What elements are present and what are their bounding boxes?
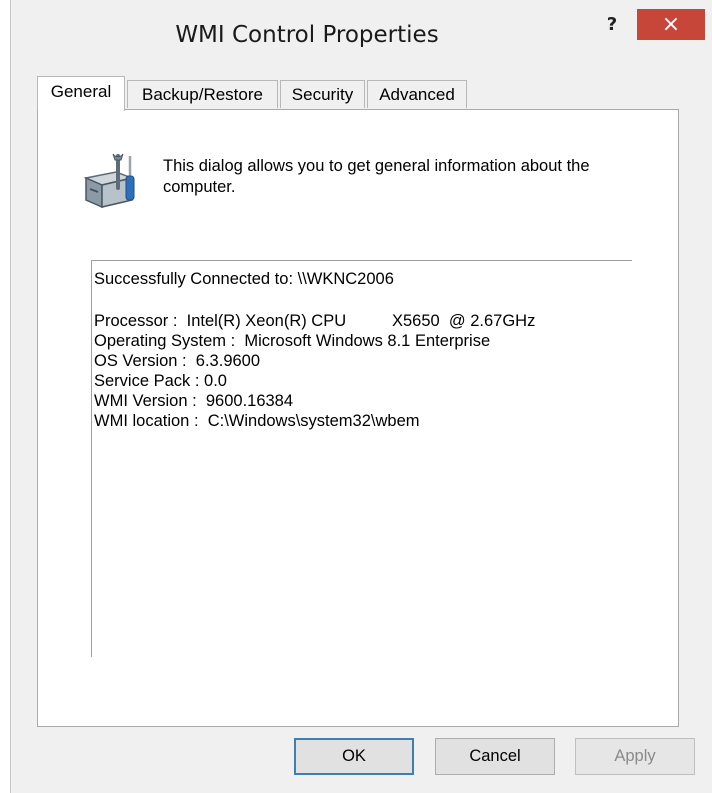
tab-general[interactable]: General (37, 76, 125, 111)
tools-icon (83, 153, 135, 209)
description-text: This dialog allows you to get general in… (163, 157, 590, 196)
cancel-button[interactable]: Cancel (435, 738, 555, 775)
info-line-wmi-version: WMI Version : 9600.16384 (94, 392, 294, 410)
info-line-connection: Successfully Connected to: \\WKNC2006 (94, 270, 394, 288)
tab-backup-restore[interactable]: Backup/Restore (127, 80, 278, 108)
tab-advanced[interactable]: Advanced (367, 80, 467, 108)
tab-strip: General Backup/Restore Security Advanced (37, 76, 677, 111)
info-line-wmi-location: WMI location : C:\Windows\system32\wbem (94, 412, 420, 430)
info-line-service-pack: Service Pack : 0.0 (94, 372, 227, 390)
info-line-operating-system: Operating System : Microsoft Windows 8.1… (94, 332, 491, 350)
info-line-os-version: OS Version : 6.3.9600 (94, 352, 261, 370)
connection-info-box[interactable]: Successfully Connected to: \\WKNC2006 Pr… (91, 260, 632, 657)
ok-button[interactable]: OK (294, 738, 414, 775)
title-bar: WMI Control Properties ? × (11, 0, 712, 64)
window-title: WMI Control Properties (175, 22, 439, 48)
wmi-control-properties-dialog: WMI Control Properties ? × General Backu… (10, 0, 712, 793)
info-line-processor: Processor : Intel(R) Xeon(R) CPU X5650 @… (94, 312, 536, 330)
general-tab-panel: This dialog allows you to get general in… (37, 109, 679, 727)
close-button[interactable]: × (637, 9, 705, 40)
apply-button[interactable]: Apply (575, 738, 695, 775)
tab-security[interactable]: Security (280, 80, 365, 108)
help-button[interactable]: ? (595, 10, 629, 40)
